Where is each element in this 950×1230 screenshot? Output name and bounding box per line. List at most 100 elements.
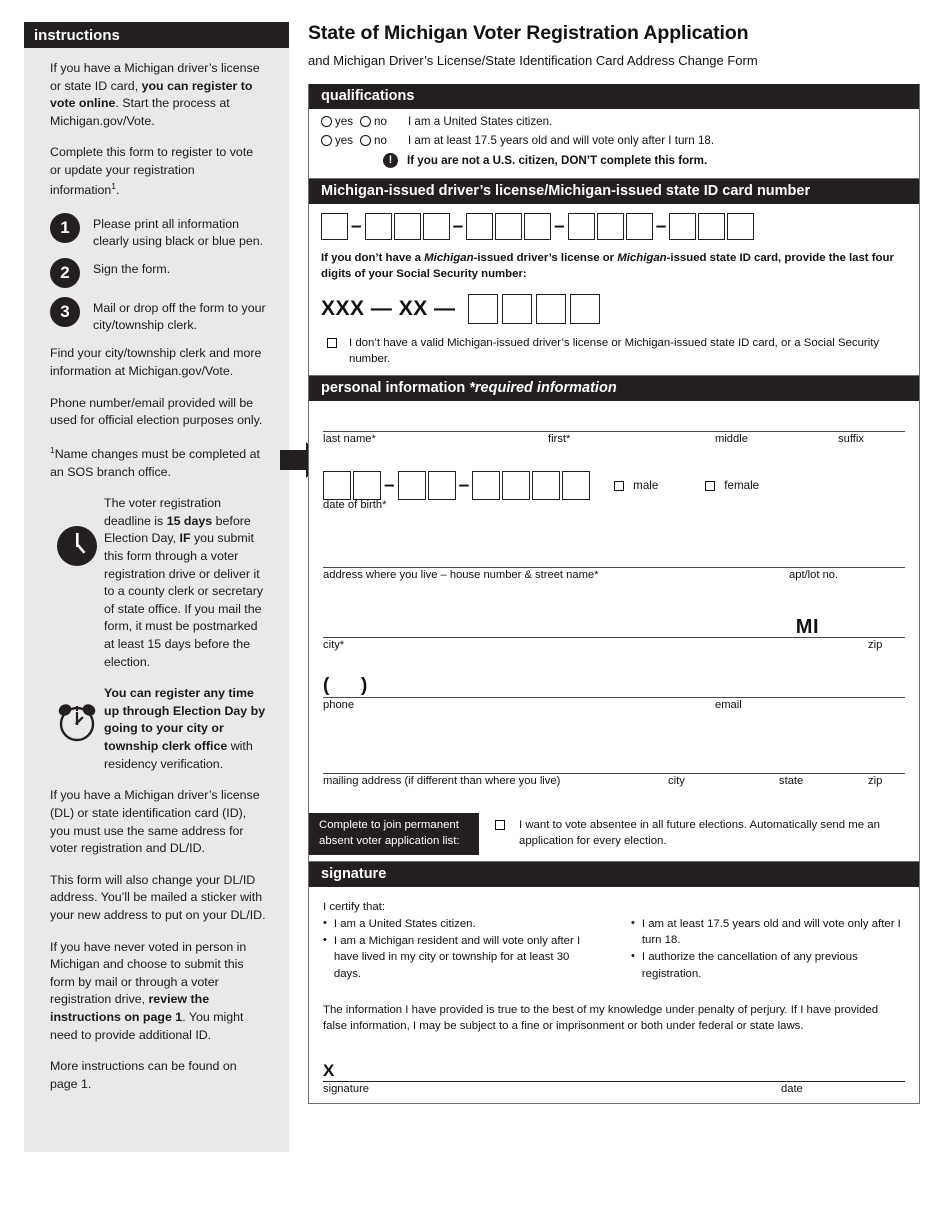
ssn-digit-box[interactable] (535, 294, 566, 325)
label-street-address: address where you live – house number & … (323, 569, 599, 582)
age-yes-radio[interactable]: yes (321, 134, 353, 147)
deadline-note-row: The voter registration deadline is 15 da… (50, 495, 267, 671)
dob-digit-box[interactable] (502, 471, 531, 501)
ssn-note-italic-2: Michigan (617, 252, 667, 264)
license-digit-box[interactable] (422, 213, 450, 240)
dob-digit-box[interactable] (323, 471, 351, 501)
signature-body: I certify that: • I am a United States c… (309, 887, 919, 1103)
qualifications-header-label: qualifications (321, 88, 415, 104)
checkbox-icon[interactable] (705, 480, 716, 491)
citizen-warning-text: If you are not a U.S. citizen, DON’T com… (407, 154, 708, 167)
alarm-clock-icon-slot (50, 685, 104, 745)
label-male: male (633, 479, 659, 493)
checkbox-icon[interactable] (614, 480, 625, 491)
required-info-note: *required information (469, 380, 617, 397)
dob-gender-row: – – male female (323, 471, 905, 501)
license-digit-box[interactable] (466, 213, 494, 240)
address-input-area[interactable] (323, 515, 905, 567)
license-digit-box[interactable] (625, 213, 653, 240)
label-phone: phone (323, 699, 355, 712)
list-item: • I am a United States citizen. (323, 916, 597, 932)
personal-information-section: personal information *required informati… (308, 376, 920, 862)
state-value-mi: MI (795, 616, 819, 639)
sidebar-body: If you have a Michigan driver’s license … (24, 48, 289, 1093)
ssn-note-b: -issued driver’s license or (473, 252, 618, 264)
license-header-label: Michigan-issued driver’s license/Michiga… (321, 183, 811, 199)
signature-header: signature (309, 861, 919, 887)
radio-circle-icon[interactable] (360, 135, 372, 146)
deadline-15days: 15 days (166, 513, 213, 528)
ssn-last-four-row[interactable]: XXX — XX — (321, 294, 909, 325)
label-first-name: first* (548, 433, 571, 446)
checkbox-icon[interactable] (327, 338, 337, 349)
personal-header-label: personal information (321, 380, 470, 397)
checkbox-icon[interactable] (495, 820, 505, 831)
election-day-note-text: You can register any time up through Ele… (104, 685, 267, 773)
label-female: female (724, 479, 760, 493)
license-digit-box[interactable] (567, 213, 595, 240)
qualification-row-citizen: yes no I am a United States citizen. (321, 115, 909, 128)
qualification-text: I am a United States citizen. (407, 115, 553, 128)
name-input-area[interactable] (323, 401, 905, 431)
gender-female-option[interactable]: female (705, 479, 759, 492)
dob-digit-box[interactable] (353, 471, 381, 501)
age-no-radio[interactable]: no (360, 134, 387, 147)
license-digit-box[interactable] (393, 213, 421, 240)
mailing-address-input-area[interactable] (323, 715, 905, 773)
radio-label-no: no (374, 134, 387, 147)
license-digit-box[interactable] (364, 213, 392, 240)
license-digit-box[interactable] (669, 213, 697, 240)
footnote-text: Name changes must be completed at an SOS… (50, 446, 260, 479)
license-digit-box[interactable] (495, 213, 523, 240)
step-number-badge: 2 (50, 258, 80, 289)
deadline-note-text: The voter registration deadline is 15 da… (104, 495, 267, 671)
step-number-badge: 3 (50, 297, 80, 328)
dash-separator: – (452, 216, 464, 237)
dob-boxes[interactable]: – – (323, 471, 592, 501)
dob-digit-box[interactable] (532, 471, 561, 501)
certification-column-right: • I am at least 17.5 years old and will … (631, 916, 905, 983)
license-section: Michigan-issued driver’s license/Michiga… (308, 179, 920, 377)
label-date: date (781, 1082, 803, 1095)
list-item: • I am at least 17.5 years old and will … (631, 916, 905, 948)
license-digit-box[interactable] (698, 213, 726, 240)
citizen-yes-radio[interactable]: yes (321, 115, 353, 128)
form-main: State of Michigan Voter Registration App… (308, 22, 920, 1104)
license-digit-box[interactable] (596, 213, 624, 240)
gender-male-option[interactable]: male (614, 479, 658, 492)
no-id-checkbox-row[interactable]: I don’t have a valid Michigan-issued dri… (321, 336, 909, 367)
ssn-digit-box[interactable] (569, 294, 600, 325)
phone-input-area[interactable]: ( ) (323, 655, 905, 697)
never-voted-note: If you have never voted in person in Mic… (50, 939, 267, 1045)
label-email: email (715, 699, 742, 712)
license-number-boxes[interactable]: – – – – (321, 213, 909, 240)
qualification-text: I am at least 17.5 years old and will vo… (407, 134, 715, 147)
ssn-digit-box[interactable] (501, 294, 532, 325)
dob-digit-box[interactable] (562, 471, 591, 501)
label-suffix: suffix (838, 433, 864, 446)
sidebar-header: instructions (24, 22, 289, 48)
step-text: Sign the form. (93, 262, 171, 277)
deadline-c: you submit this form through a voter reg… (104, 531, 264, 669)
license-digit-box[interactable] (524, 213, 552, 240)
dash-separator: – (458, 475, 470, 497)
dob-digit-box[interactable] (427, 471, 456, 501)
radio-circle-icon[interactable] (321, 135, 332, 146)
exclamation-icon: ! (383, 153, 398, 168)
absentee-checkbox-row[interactable]: I want to vote absentee in all future el… (479, 813, 919, 854)
ssn-digit-box[interactable] (467, 294, 498, 325)
city-input-area[interactable]: MI (323, 585, 905, 639)
radio-circle-icon[interactable] (360, 116, 372, 127)
phone-paren-close: ) (361, 675, 368, 697)
dob-digit-box[interactable] (472, 471, 501, 501)
radio-circle-icon[interactable] (321, 116, 332, 127)
label-middle-name: middle (715, 433, 748, 446)
radio-label-no: no (374, 115, 387, 128)
license-digit-box[interactable] (727, 213, 755, 240)
bullet-icon: • (323, 934, 327, 947)
step-number-badge: 1 (50, 213, 80, 244)
dob-digit-box[interactable] (397, 471, 426, 501)
citizen-no-radio[interactable]: no (360, 115, 387, 128)
license-digit-box[interactable] (321, 213, 348, 240)
personal-information-header: personal information *required informati… (309, 376, 919, 402)
